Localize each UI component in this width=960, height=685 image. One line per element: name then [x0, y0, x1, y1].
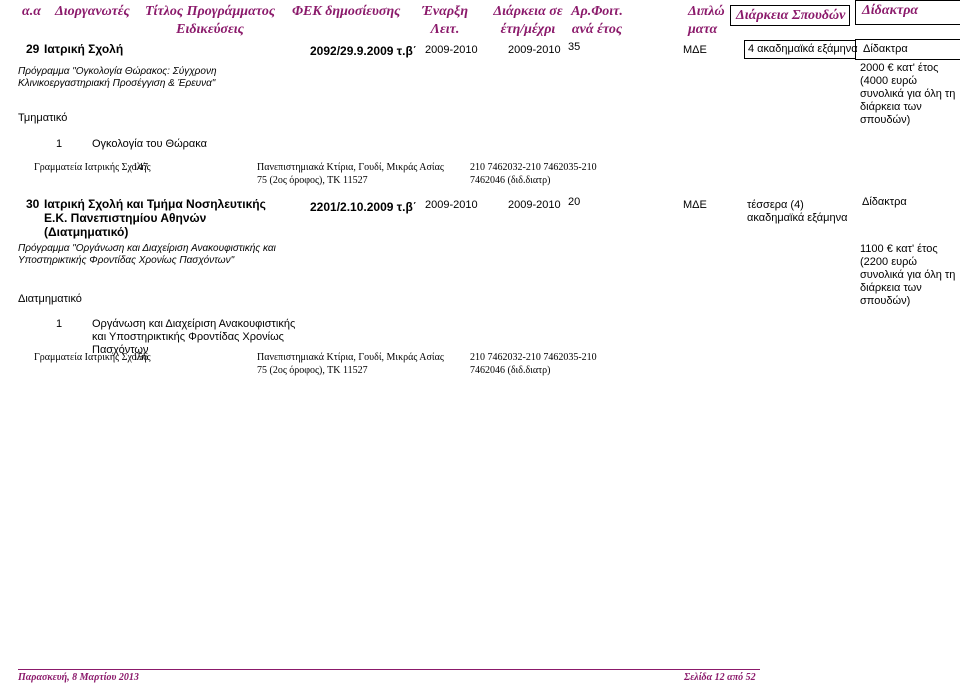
spec-number: 1	[56, 138, 63, 150]
header-aa: α.α	[22, 4, 41, 19]
entry-fees-detail: 2000 € κατ' έτος (4000 ευρώ συνολικά για…	[860, 62, 956, 126]
entry-start: 2009-2010	[425, 199, 478, 211]
entry-students: 35	[568, 41, 581, 53]
entry-fek: 2092/29.9.2009 τ.β΄	[310, 44, 417, 58]
entry-fees-label: Δίδακτρα	[863, 43, 908, 55]
header-study-duration: Διάρκεια Σπουδών	[736, 8, 846, 23]
entry-fees-label: Δίδακτρα	[862, 196, 907, 208]
footer-page-number: Σελίδα 12 από 52	[684, 672, 756, 683]
header-fek: ΦΕΚ δημοσίευσης	[292, 4, 401, 19]
entry-number: 30	[26, 197, 40, 211]
entry-organizer: Ιατρική Σχολή και Τμήμα Νοσηλευτικής Ε.Κ…	[44, 197, 266, 239]
fees-box: Δίδακτρα	[855, 39, 960, 60]
spec-name: Ογκολογία του Θώρακα	[92, 138, 208, 150]
entry-dept-type: Διατμηματικό	[18, 293, 82, 305]
header-degree: Διπλώ ματα	[688, 4, 725, 37]
entry-start: 2009-2010	[425, 44, 478, 56]
header-fees-box: Δίδακτρα	[855, 0, 960, 25]
header-organizers: Διοργανωτές	[55, 4, 130, 19]
footer-date: Παρασκευή, 8 Μαρτίου 2013	[18, 672, 139, 683]
phones: 210 7462032-210 7462035-210 7462046 (διδ…	[470, 352, 597, 376]
entry-program: Πρόγραμμα "Ογκολογία Θώρακος: Σύγχρονη Κ…	[18, 66, 217, 89]
entry-number: 29	[26, 42, 40, 56]
study-duration-box: 4 ακαδημαϊκά εξάμηνα	[744, 40, 858, 59]
entry-organizer: Ιατρική Σχολή	[44, 42, 124, 56]
entry-fek: 2201/2.10.2009 τ.β΄	[310, 200, 417, 214]
header-start: Έναρξη Λειτ.	[421, 4, 469, 37]
entry-fees-detail: 1100 € κατ' έτος (2200 ευρώ συνολικά για…	[860, 243, 956, 307]
entry-students: 20	[568, 196, 581, 208]
entry-study-duration: 4 ακαδημαϊκά εξάμηνα	[748, 43, 858, 55]
header-students: Αρ.Φοιτ. ανά έτος	[571, 4, 623, 37]
entry-program: Πρόγραμμα "Οργάνωση και Διαχείριση Ανακο…	[18, 243, 276, 266]
secretariat-overlap: 156	[133, 352, 148, 363]
entry-degree: ΜΔΕ	[683, 44, 707, 56]
phones: 210 7462032-210 7462035-210 7462046 (διδ…	[470, 162, 597, 186]
address: Πανεπιστημιακά Κτίρια, Γουδί, Μικράς Ασί…	[257, 162, 444, 186]
entry-study-duration: τέσσερα (4) ακαδημαϊκά εξάμηνα	[747, 199, 848, 224]
entry-end: 2009-2010	[508, 199, 561, 211]
entry-dept-type: Τμηματικό	[18, 112, 68, 124]
entry-end: 2009-2010	[508, 44, 561, 56]
spec-number: 1	[56, 318, 63, 330]
header-study-duration-box: Διάρκεια Σπουδών	[730, 5, 850, 26]
footer-rule	[18, 669, 760, 670]
secretariat-overlap: 147	[133, 162, 148, 173]
header-fees: Δίδακτρα	[862, 3, 919, 18]
header-title: Τίτλος Προγράμματος Ειδικεύσεις	[145, 4, 276, 37]
entry-degree: ΜΔΕ	[683, 199, 707, 211]
address: Πανεπιστημιακά Κτίρια, Γουδί, Μικράς Ασί…	[257, 352, 444, 376]
